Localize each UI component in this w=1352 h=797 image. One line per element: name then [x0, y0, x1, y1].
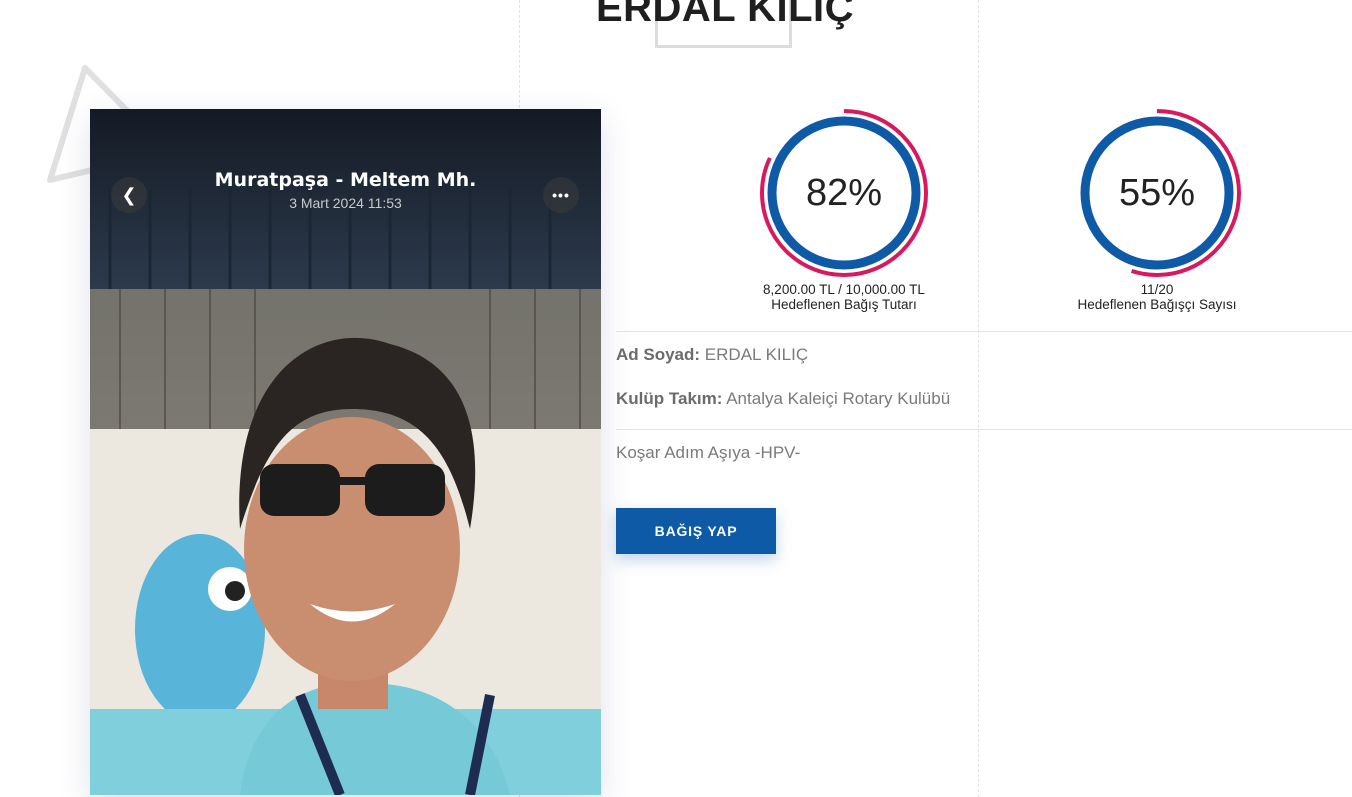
campaign-description: Koşar Adım Aşıya -HPV-	[616, 443, 801, 462]
progress-percent: 55%	[1118, 171, 1196, 214]
donor-count-label: Hedeflenen Bağışçı Sayısı	[1077, 297, 1237, 312]
photo-date: 3 Mart 2024 11:53	[289, 195, 402, 211]
more-dots-icon[interactable]: •••	[543, 177, 579, 213]
name-label: Ad Soyad:	[616, 345, 701, 364]
name-value: ERDAL KILIÇ	[704, 345, 809, 364]
donor-count-stat: 55% 11/20 Hedeflenen Bağışçı Sayısı	[1037, 108, 1277, 312]
progress-percent: 82%	[805, 171, 883, 214]
divider	[616, 331, 1352, 332]
name-row: Ad Soyad: ERDAL KILIÇ	[616, 345, 808, 365]
club-label: Kulüp Takım:	[616, 389, 723, 408]
profile-photo: Muratpaşa - Meltem Mh. 3 Mart 2024 11:53…	[90, 109, 601, 795]
divider	[616, 429, 1352, 430]
progress-ring: 82%	[759, 108, 929, 278]
donate-button[interactable]: BAĞIŞ YAP	[616, 508, 776, 554]
photo-scene	[90, 109, 601, 795]
progress-ring: 55%	[1072, 108, 1242, 278]
donor-count-text: 11/20	[1140, 282, 1174, 297]
photo-location: Muratpaşa - Meltem Mh.	[214, 169, 477, 191]
club-row: Kulüp Takım: Antalya Kaleiçi Rotary Kulü…	[616, 389, 950, 409]
chevron-left-icon[interactable]: ❮	[111, 177, 147, 213]
donation-amount-text: 8,200.00 TL / 10,000.00 TL	[763, 282, 925, 297]
photo-overlay-header: Muratpaşa - Meltem Mh. 3 Mart 2024 11:53	[90, 169, 601, 211]
club-value: Antalya Kaleiçi Rotary Kulübü	[726, 389, 951, 408]
layout-guide-right	[978, 0, 979, 797]
donation-amount-stat: 82% 8,200.00 TL / 10,000.00 TL Hedeflene…	[724, 108, 964, 312]
donation-amount-label: Hedeflenen Bağış Tutarı	[771, 297, 917, 312]
page-title: ERDAL KILIÇ	[595, 0, 855, 30]
